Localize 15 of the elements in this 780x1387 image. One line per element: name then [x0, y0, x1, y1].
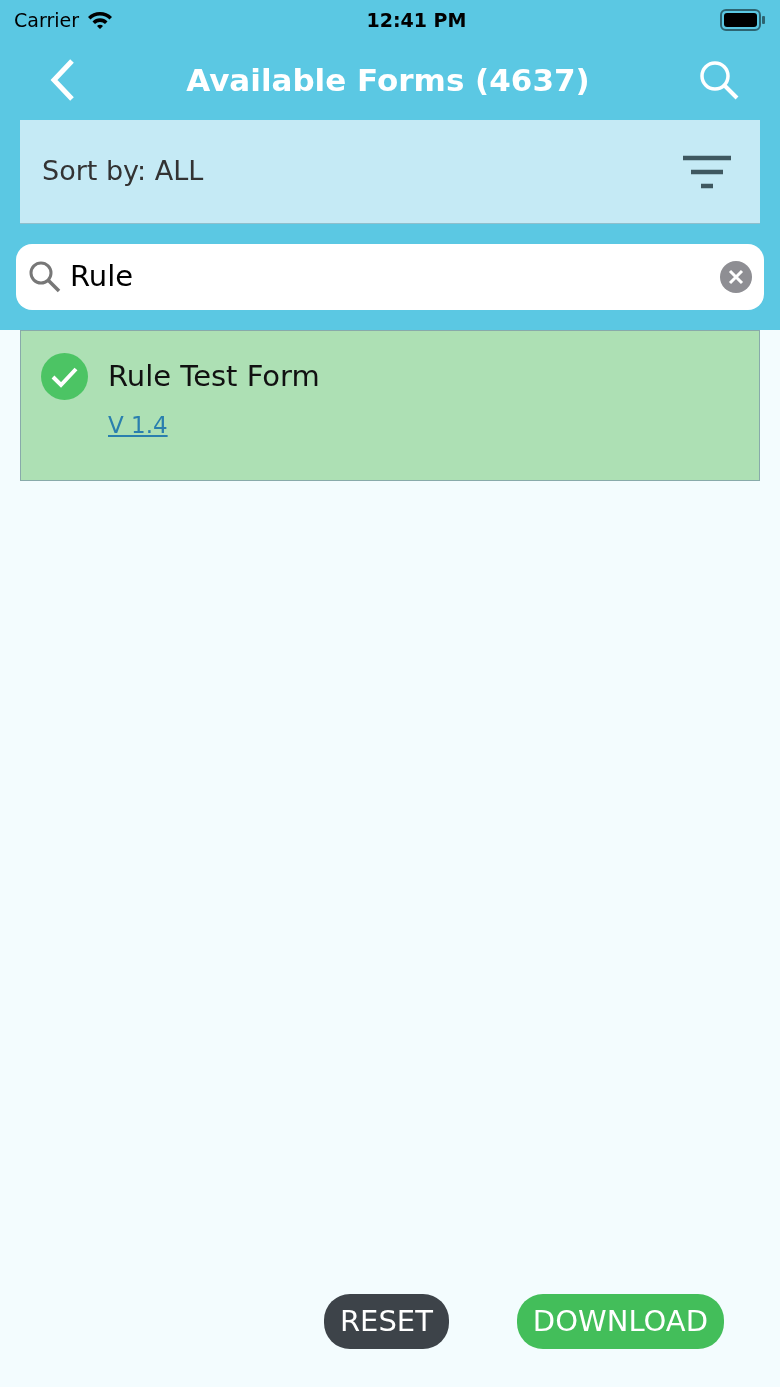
- clear-icon[interactable]: [720, 261, 752, 293]
- carrier-label: Carrier: [14, 7, 79, 33]
- sort-label: Sort by: ALL: [42, 154, 204, 189]
- search-bar[interactable]: Rule: [16, 244, 764, 310]
- battery-icon: [720, 9, 766, 31]
- search-icon: [28, 260, 62, 294]
- form-title: Rule Test Form: [108, 357, 320, 395]
- wifi-icon: [87, 10, 113, 30]
- check-icon: [41, 353, 88, 400]
- screen-title: Available Forms (4637): [186, 60, 590, 100]
- search-button[interactable]: [698, 59, 740, 101]
- clock-time: 12:41 PM: [366, 7, 467, 33]
- reset-button[interactable]: RESET: [323, 1293, 449, 1349]
- filter-button[interactable]: [682, 154, 732, 189]
- form-row[interactable]: Rule Test Form V 1.4: [20, 330, 760, 481]
